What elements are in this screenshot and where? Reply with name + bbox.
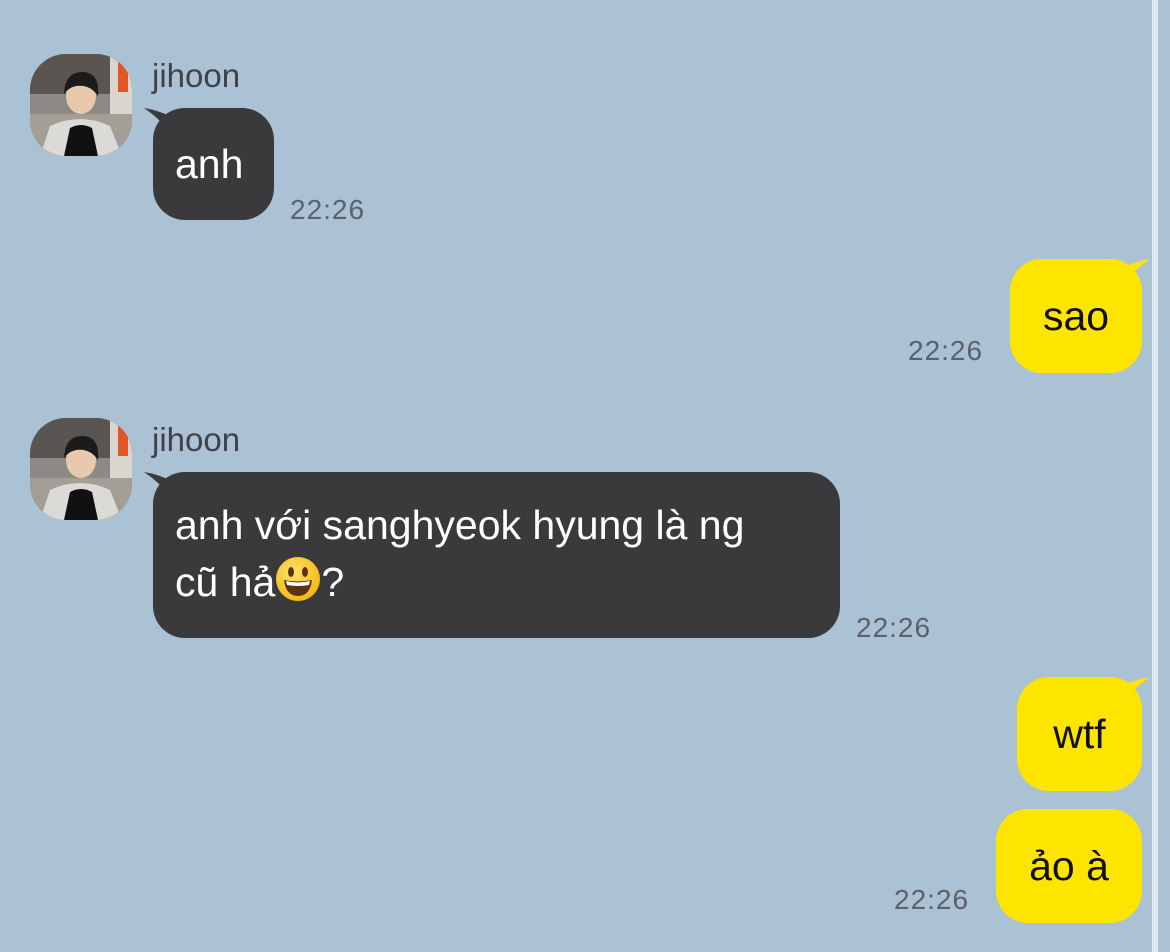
message-text: anh — [175, 141, 244, 187]
message-bubble-outgoing[interactable]: ảo à — [996, 809, 1142, 923]
scrollbar[interactable] — [1152, 0, 1158, 952]
message-text: wtf — [1053, 711, 1106, 757]
avatar[interactable] — [30, 418, 132, 520]
sender-name: jihoon — [152, 421, 241, 458]
message-text: ảo à — [1029, 843, 1109, 889]
message-text: ? — [321, 559, 345, 605]
message-text: cũ hả — [175, 559, 276, 605]
avatar[interactable] — [30, 54, 132, 156]
message-timestamp: 22:26 — [856, 612, 932, 643]
message-text-line: anh với sanghyeok hyung là ng — [175, 502, 745, 548]
message-bubble-incoming[interactable]: anh với sanghyeok hyung là ng cũ hả ? — [153, 472, 840, 638]
message-text: sao — [1042, 293, 1110, 339]
message-timestamp: 22:26 — [894, 884, 970, 915]
grinning-face-emoji — [276, 557, 321, 601]
avatar-photo — [30, 418, 132, 520]
message-timestamp: 22:26 — [290, 194, 366, 225]
message-timestamp: 22:26 — [908, 335, 984, 366]
avatar-photo — [30, 54, 132, 156]
message-bubble-outgoing[interactable]: sao — [1010, 259, 1142, 373]
sender-name: jihoon — [152, 57, 241, 94]
message-text-line: cũ hả ? — [175, 556, 818, 605]
message-bubble-incoming[interactable]: anh — [153, 108, 274, 220]
message-bubble-outgoing[interactable]: wtf — [1017, 677, 1142, 791]
